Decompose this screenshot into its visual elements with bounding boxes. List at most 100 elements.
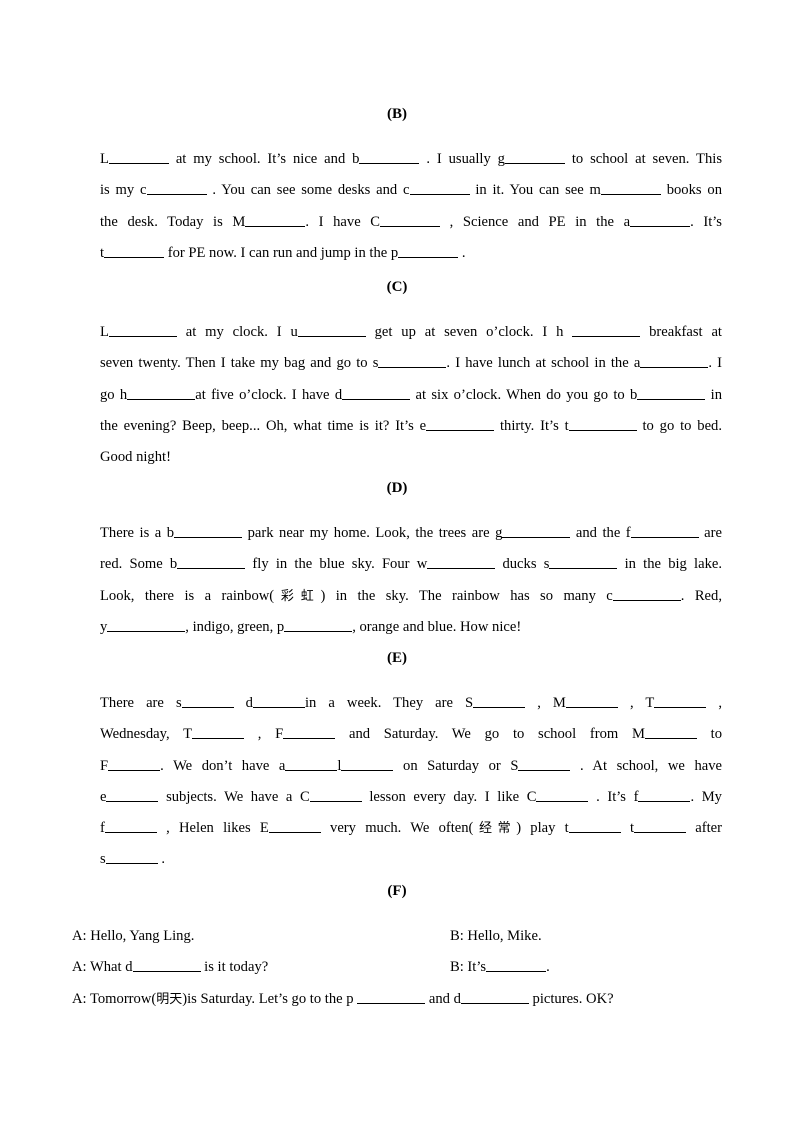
fill-in-blank[interactable]: [174, 524, 243, 538]
fill-in-blank[interactable]: [630, 524, 699, 538]
fill-in-blank[interactable]: [297, 323, 366, 337]
fill-in-blank[interactable]: [192, 725, 244, 740]
text-run: . Red,: [680, 587, 722, 604]
text-run: y: [100, 618, 108, 635]
text-run: lesson every day. I like C: [361, 788, 537, 805]
fill-in-blank[interactable]: [612, 586, 681, 601]
fill-in-blank[interactable]: [572, 323, 641, 337]
fill-in-blank[interactable]: [245, 212, 306, 227]
text-run: go h: [100, 386, 128, 403]
text-run: . I have C: [305, 213, 381, 230]
fill-in-blank[interactable]: [268, 819, 321, 834]
text-run: .: [458, 244, 466, 261]
dialogue-row: A: What d is it today? B: It’s.: [72, 952, 722, 983]
fill-in-blank[interactable]: [486, 958, 547, 973]
paragraph-line: L at my clock. I u get up at seven o’clo…: [72, 317, 722, 348]
fill-in-blank[interactable]: [146, 181, 207, 196]
paragraph-line: F. We don’t have al on Saturday or S . A…: [72, 751, 722, 782]
text-run: is my c: [100, 182, 147, 199]
fill-in-blank[interactable]: [638, 787, 691, 802]
text-run: at my clock. I u: [176, 324, 298, 340]
text-run: .: [157, 851, 165, 868]
fill-in-blank[interactable]: [106, 787, 159, 802]
fill-in-blank[interactable]: [536, 787, 589, 802]
fill-in-blank[interactable]: [108, 323, 177, 337]
text-run: ,: [706, 695, 722, 711]
fill-in-blank[interactable]: [127, 385, 196, 400]
text-run: , indigo, green, p: [185, 618, 285, 635]
fill-in-blank[interactable]: [460, 989, 529, 1004]
paragraph-line: There is a b park near my home. Look, th…: [72, 518, 722, 549]
fill-in-blank[interactable]: [285, 756, 338, 771]
fill-in-blank[interactable]: [341, 756, 394, 771]
dialogue-speaker-a: A: Hello, Yang Ling.: [72, 921, 194, 952]
text-run: park near my home. Look, the trees are g: [242, 525, 503, 541]
fill-in-blank[interactable]: [502, 524, 571, 538]
text-run: to go to bed.: [636, 417, 722, 434]
text-run: fly in the blue sky. Four w: [245, 556, 428, 573]
text-run: at six o’clock. When do you go to b: [410, 386, 638, 403]
fill-in-blank[interactable]: [107, 617, 186, 632]
section-f: (F) A: Hello, Yang Ling. B: Hello, Mike. A…: [72, 881, 722, 1015]
fill-in-blank[interactable]: [357, 989, 426, 1004]
chinese-gloss: 经常: [473, 821, 517, 837]
fill-in-blank[interactable]: [108, 150, 169, 164]
fill-in-blank[interactable]: [630, 212, 691, 227]
fill-in-blank[interactable]: [283, 725, 336, 740]
paragraph-line: seven twenty. Then I take my bag and go …: [72, 348, 722, 379]
text-run: at five o’clock. I have d: [195, 386, 343, 403]
text-run: . You can see some desks and c: [206, 182, 410, 199]
dialogue-speaker-b: B: It’s.: [450, 952, 550, 983]
fill-in-blank[interactable]: [518, 756, 571, 771]
text-run: Wednesday, T: [100, 726, 192, 743]
section-e-heading: (E): [387, 650, 407, 666]
fill-in-blank[interactable]: [654, 694, 707, 708]
fill-in-blank[interactable]: [568, 819, 621, 834]
text-run: subjects. We have a C: [158, 788, 310, 805]
text-run: Look, there is a rainbow(: [100, 587, 275, 604]
fill-in-blank[interactable]: [105, 850, 158, 865]
fill-in-blank[interactable]: [104, 819, 157, 834]
paragraph-line: s .: [72, 844, 722, 875]
fill-in-blank[interactable]: [342, 385, 411, 400]
fill-in-blank[interactable]: [504, 150, 565, 164]
fill-in-blank[interactable]: [108, 756, 161, 771]
text-run: breakfast at: [640, 324, 722, 340]
text-run: in it. You can see m: [469, 182, 601, 199]
worksheet-page: (B) L at my school. It’s nice and b . I …: [72, 0, 722, 1123]
fill-in-blank[interactable]: [644, 725, 697, 740]
section-c-paragraph: L at my clock. I u get up at seven o’clo…: [72, 317, 722, 473]
fill-in-blank[interactable]: [181, 694, 234, 708]
section-d: (D) There is a b park near my home. Look…: [72, 478, 722, 643]
fill-in-blank[interactable]: [378, 354, 447, 369]
fill-in-blank[interactable]: [284, 617, 353, 632]
fill-in-blank[interactable]: [252, 694, 305, 708]
fill-in-blank[interactable]: [398, 243, 459, 258]
text-run: L: [100, 324, 109, 340]
paragraph-line: Wednesday, T , F and Saturday. We go to …: [72, 719, 722, 750]
fill-in-blank[interactable]: [359, 150, 420, 164]
fill-in-blank[interactable]: [473, 694, 526, 708]
fill-in-blank[interactable]: [104, 243, 165, 258]
fill-in-blank[interactable]: [409, 181, 470, 196]
fill-in-blank[interactable]: [637, 385, 706, 400]
text-run: to: [696, 726, 723, 743]
fill-in-blank[interactable]: [177, 555, 246, 570]
fill-in-blank[interactable]: [309, 787, 362, 802]
fill-in-blank[interactable]: [634, 819, 686, 834]
fill-in-blank[interactable]: [568, 416, 637, 431]
text-run: L: [100, 151, 109, 167]
fill-in-blank[interactable]: [380, 212, 441, 227]
fill-in-blank[interactable]: [426, 416, 495, 431]
fill-in-blank[interactable]: [600, 181, 661, 196]
fill-in-blank[interactable]: [565, 694, 618, 708]
fill-in-blank[interactable]: [427, 555, 496, 570]
fill-in-blank[interactable]: [132, 958, 201, 973]
text-run: )is Saturday. Let’s go to the p: [182, 990, 358, 1007]
dialogue-line-a: A: Tomorrow(明天)is Saturday. Let’s go to …: [72, 984, 614, 1015]
fill-in-blank[interactable]: [640, 354, 709, 369]
fill-in-blank[interactable]: [549, 555, 618, 570]
text-run: A: What d: [72, 959, 133, 976]
text-run: the evening? Beep, beep... Oh, what time…: [100, 417, 427, 434]
text-run: ducks s: [495, 556, 550, 573]
